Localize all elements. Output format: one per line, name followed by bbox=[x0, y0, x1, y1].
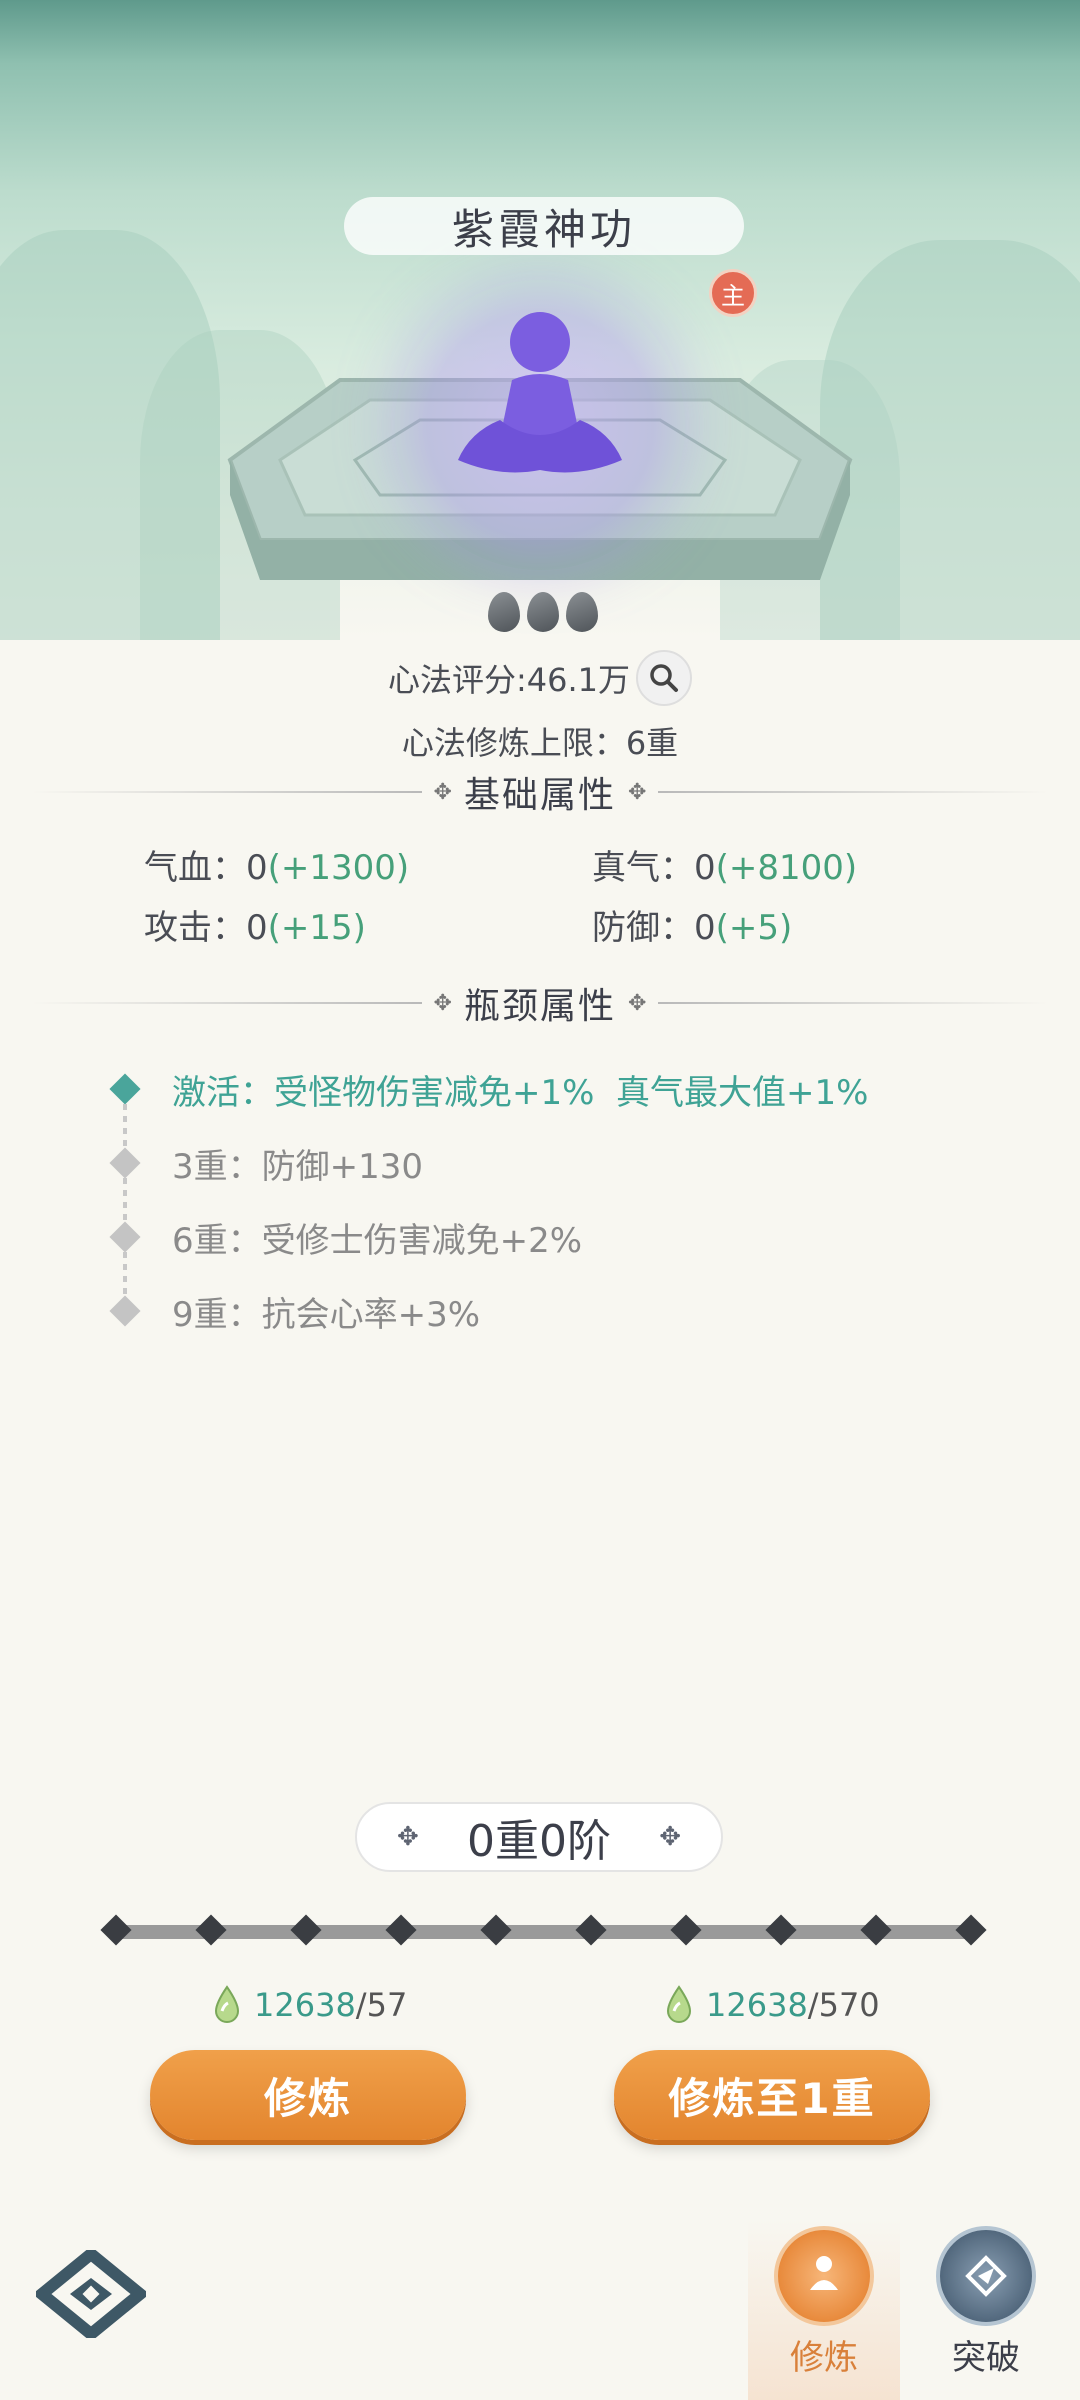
attr-value: 0 bbox=[694, 908, 716, 948]
tab-label: 突破 bbox=[952, 2338, 1020, 2378]
cost-cultivate-to: 12638/570 bbox=[662, 1985, 880, 2025]
cost-have: 12638 bbox=[706, 1986, 808, 2024]
diamond-icon: ✥ bbox=[628, 779, 647, 805]
bottleneck-text: 3重：防御+130 bbox=[172, 1146, 424, 1187]
tab-breakthrough[interactable]: 突破 bbox=[910, 2220, 1062, 2400]
cost-cultivate: 12638/57 bbox=[210, 1985, 407, 2025]
attr-bonus: (+1300) bbox=[267, 848, 410, 888]
bottleneck-list: 激活：受怪物伤害减免+1% 真气最大值+1% 3重：防御+130 6重：受修士伤… bbox=[108, 1052, 868, 1348]
skill-title: 紫霞神功 bbox=[344, 197, 744, 255]
diamond-marker-icon bbox=[109, 1147, 141, 1179]
inspect-button[interactable] bbox=[636, 650, 693, 706]
progress-node bbox=[670, 1914, 702, 1946]
cost-need: /57 bbox=[355, 1986, 408, 2024]
attr-attack: 攻击：0(+15) bbox=[144, 900, 366, 949]
attr-bonus: (+8100) bbox=[715, 848, 858, 888]
qi-drop-icon bbox=[666, 1985, 692, 2023]
diamond-marker-icon bbox=[109, 1295, 141, 1327]
tab-label: 修炼 bbox=[790, 2338, 858, 2378]
attr-hp: 气血：0(+1300) bbox=[144, 840, 409, 889]
progress-node bbox=[480, 1914, 512, 1946]
rank-drop-icon bbox=[488, 592, 520, 632]
rank-icons bbox=[488, 592, 598, 636]
cultivate-tab-icon bbox=[774, 2226, 874, 2326]
progress-node bbox=[195, 1914, 227, 1946]
attr-defense: 防御：0(+5) bbox=[592, 900, 792, 949]
attr-value: 0 bbox=[246, 848, 268, 888]
hero-banner: 紫霞神功 主 bbox=[0, 0, 1080, 640]
progress-track bbox=[115, 1925, 975, 1939]
bottleneck-item: 3重：防御+130 bbox=[108, 1126, 868, 1222]
progress-node bbox=[385, 1914, 417, 1946]
bottleneck-text: 6重：受修士伤害减免+2% bbox=[172, 1220, 583, 1261]
bottleneck-item: 6重：受修士伤害减免+2% bbox=[108, 1200, 868, 1296]
basic-section-header: ✥ 基础属性 ✥ bbox=[0, 767, 1080, 817]
progress-node bbox=[765, 1914, 797, 1946]
attr-bonus: (+5) bbox=[715, 908, 793, 948]
section-title: 基础属性 bbox=[463, 775, 616, 816]
cultivate-button[interactable]: 修炼 bbox=[150, 2050, 466, 2140]
attr-name: 气血： bbox=[144, 848, 246, 888]
attr-name: 真气： bbox=[592, 848, 694, 888]
level-indicator: ✥ 0重0阶 ✥ bbox=[355, 1802, 723, 1872]
qi-drop-icon bbox=[214, 1985, 240, 2023]
diamond-icon: ✥ bbox=[397, 1822, 419, 1852]
level-label: 0重0阶 bbox=[467, 1816, 611, 1867]
bottleneck-text: 9重：抗会心率+3% bbox=[172, 1294, 481, 1335]
attr-qi: 真气：0(+8100) bbox=[592, 840, 857, 889]
rank-drop-icon bbox=[527, 592, 559, 632]
diamond-icon: ✥ bbox=[433, 990, 452, 1016]
progress-node bbox=[860, 1914, 892, 1946]
limit-label: 心法修炼上限：6重 bbox=[401, 724, 679, 762]
breakthrough-tab-icon bbox=[936, 2226, 1036, 2326]
diamond-icon: ✥ bbox=[628, 990, 647, 1016]
attr-value: 0 bbox=[694, 848, 716, 888]
progress-node bbox=[575, 1914, 607, 1946]
score-row: 心法评分:46.1万 bbox=[0, 650, 1080, 706]
progress-node bbox=[955, 1914, 987, 1946]
rank-drop-icon bbox=[566, 592, 598, 632]
tab-cultivate[interactable]: 修炼 bbox=[748, 2220, 900, 2400]
diamond-marker-icon bbox=[109, 1073, 141, 1105]
diamond-icon: ✥ bbox=[659, 1822, 681, 1852]
bottleneck-text: 激活：受怪物伤害减免+1% 真气最大值+1% bbox=[172, 1072, 869, 1113]
score-label: 心法评分:46.1万 bbox=[387, 661, 631, 699]
search-icon bbox=[650, 664, 679, 692]
menu-logo-icon[interactable] bbox=[36, 2250, 146, 2338]
progress-node bbox=[290, 1914, 322, 1946]
cost-have: 12638 bbox=[254, 1986, 356, 2024]
bottleneck-item: 9重：抗会心率+3% bbox=[108, 1274, 868, 1348]
cultivate-to-button[interactable]: 修炼至1重 bbox=[614, 2050, 930, 2140]
diamond-icon: ✥ bbox=[433, 779, 452, 805]
cost-need: /570 bbox=[807, 1986, 880, 2024]
attr-bonus: (+15) bbox=[267, 908, 366, 948]
section-title: 瓶颈属性 bbox=[463, 986, 616, 1027]
bottleneck-section-header: ✥ 瓶颈属性 ✥ bbox=[0, 978, 1080, 1028]
attr-name: 攻击： bbox=[144, 908, 246, 948]
diamond-marker-icon bbox=[109, 1221, 141, 1253]
progress-node bbox=[100, 1914, 132, 1946]
attr-value: 0 bbox=[246, 908, 268, 948]
meditating-figure-icon bbox=[458, 312, 622, 473]
bottleneck-item: 激活：受怪物伤害减免+1% 真气最大值+1% bbox=[108, 1052, 869, 1148]
attr-name: 防御： bbox=[592, 908, 694, 948]
master-badge: 主 bbox=[709, 269, 757, 317]
